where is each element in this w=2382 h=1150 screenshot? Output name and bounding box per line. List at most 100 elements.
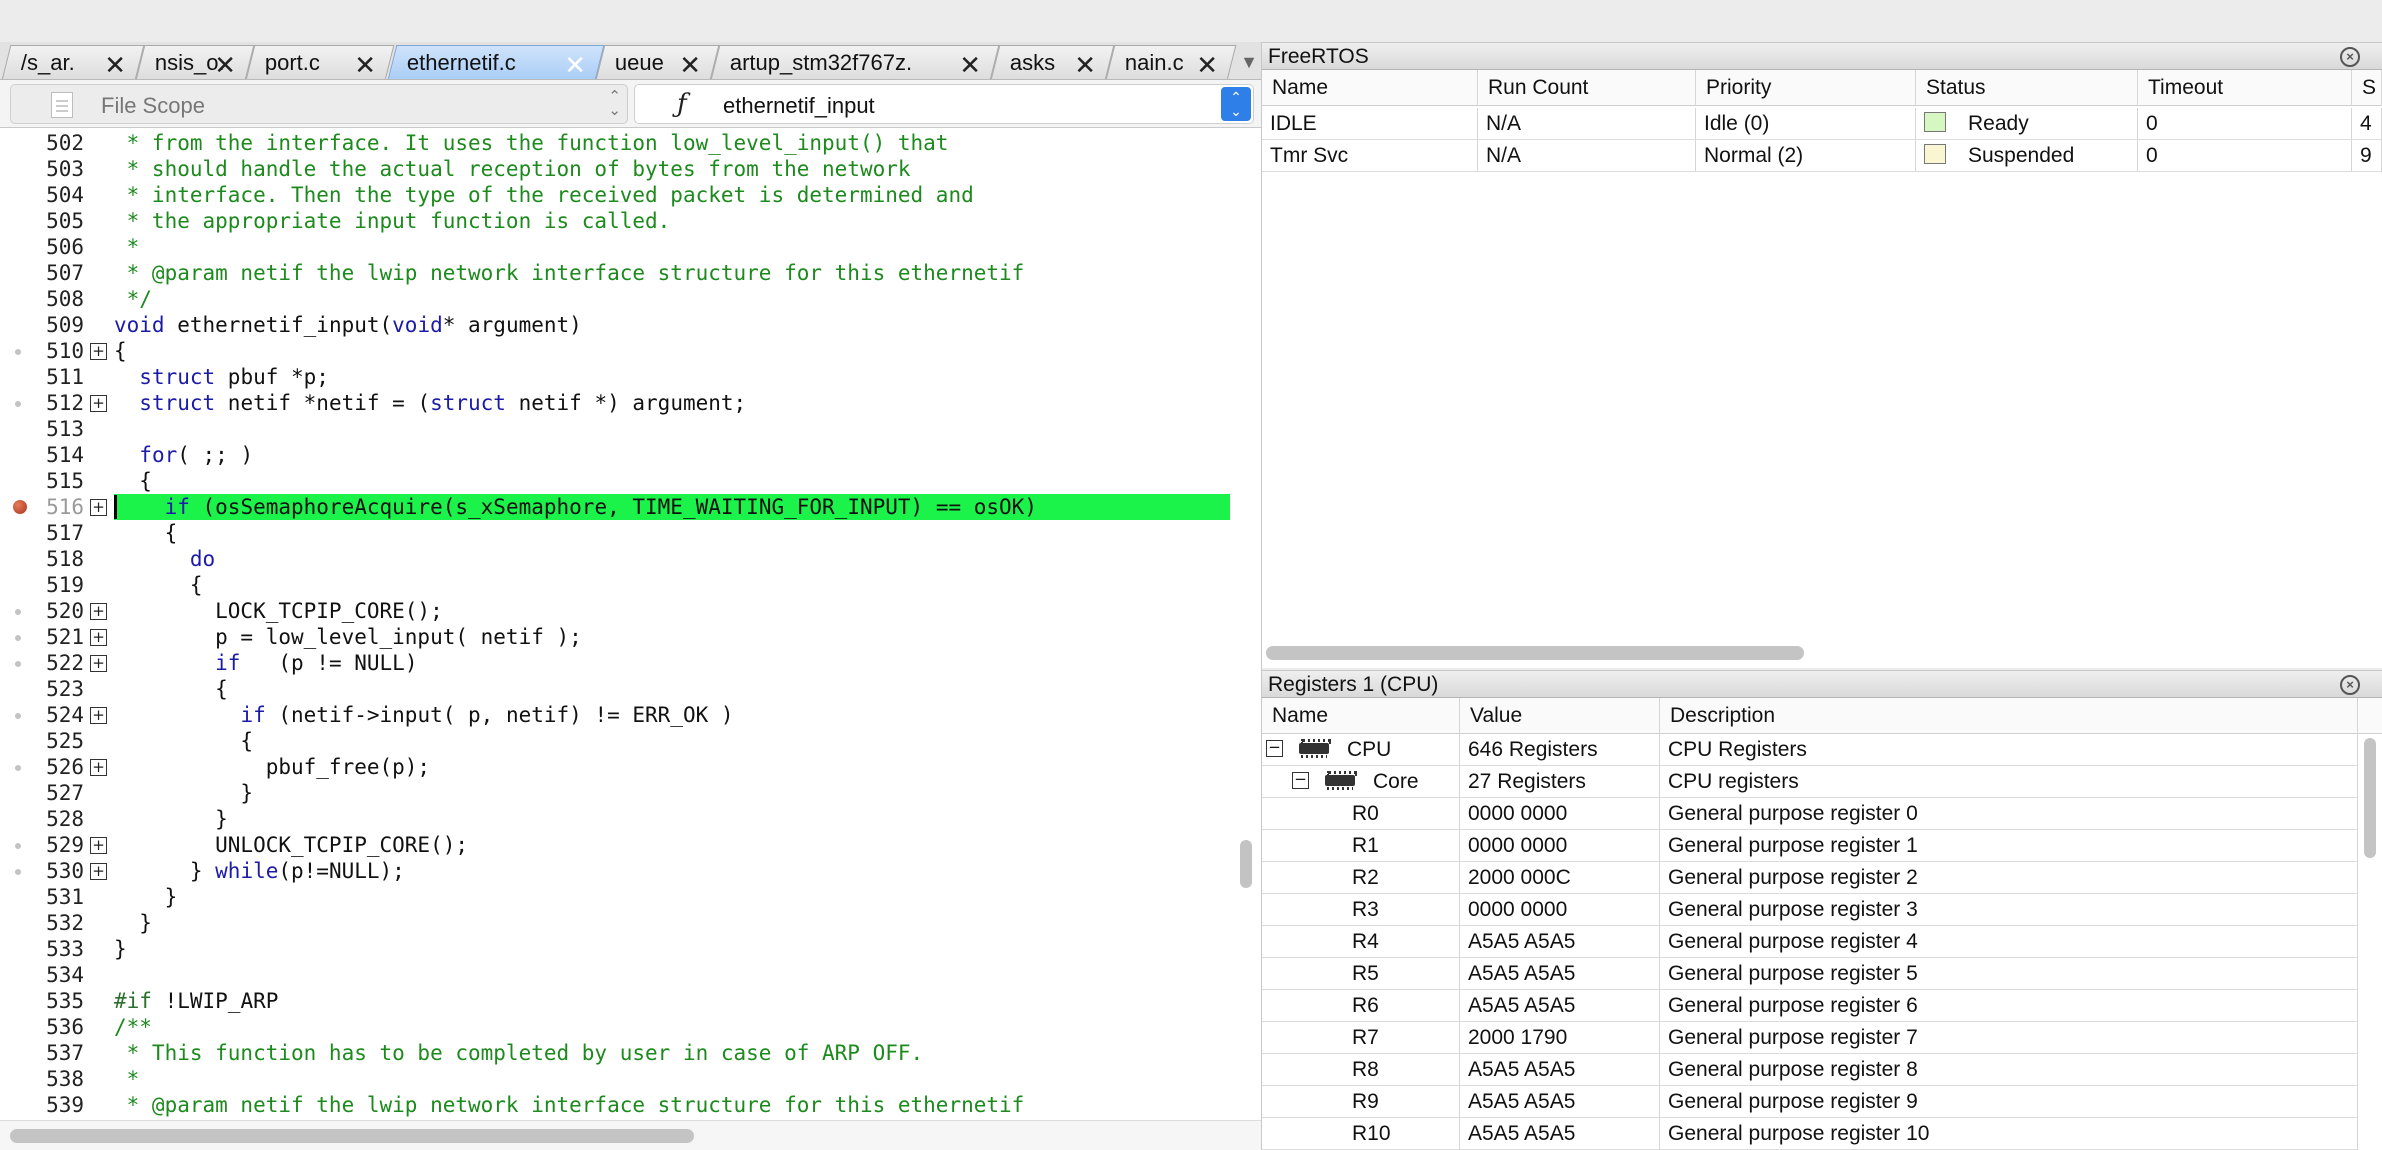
editor-tab[interactable]: ueue ✕ — [595, 45, 720, 79]
register-row[interactable]: R8 A5A5 A5A5 General purpose register 8 — [1262, 1054, 2382, 1086]
code-line[interactable]: 514 for( ;; ) — [0, 442, 1261, 468]
code-line[interactable]: 520 + LOCK_TCPIP_CORE(); — [0, 598, 1261, 624]
column-header[interactable]: Priority — [1696, 70, 1916, 106]
code-line[interactable]: 522 + if (p != NULL) — [0, 650, 1261, 676]
close-icon[interactable]: ✕ — [679, 50, 701, 79]
breakpoint-marker-icon[interactable] — [15, 635, 21, 641]
code-line[interactable]: 530 + } while(p!=NULL); — [0, 858, 1261, 884]
expand-icon[interactable]: + — [90, 759, 107, 776]
column-header[interactable]: Run Count — [1478, 70, 1696, 106]
close-icon[interactable]: ✕ — [959, 50, 981, 79]
code-line[interactable]: 502 * from the interface. It uses the fu… — [0, 130, 1261, 156]
collapse-icon[interactable]: − — [1266, 739, 1283, 757]
collapse-icon[interactable]: − — [1292, 771, 1309, 789]
close-icon[interactable]: × — [2340, 675, 2360, 695]
register-row[interactable]: R1 0000 0000 General purpose register 1 — [1262, 830, 2382, 862]
close-icon[interactable]: ✕ — [104, 50, 126, 79]
register-row[interactable]: R9 A5A5 A5A5 General purpose register 9 — [1262, 1086, 2382, 1118]
editor-horizontal-scroll-thumb[interactable] — [10, 1129, 694, 1143]
tab-overflow-menu-icon[interactable]: ▼ — [1240, 52, 1258, 73]
editor-tab[interactable]: port.c ✕ — [245, 45, 395, 79]
breakpoint-marker-icon[interactable] — [15, 713, 21, 719]
register-group-row[interactable]: − CPU 646 Registers CPU Registers — [1262, 734, 2382, 766]
registers-vertical-scrollbar[interactable] — [2360, 734, 2380, 1150]
code-line[interactable]: 515 { — [0, 468, 1261, 494]
code-line[interactable]: 529 + UNLOCK_TCPIP_CORE(); — [0, 832, 1261, 858]
breakpoint-icon[interactable] — [13, 500, 27, 514]
close-icon[interactable]: ✕ — [1196, 50, 1218, 79]
column-header[interactable]: Name — [1262, 70, 1478, 106]
code-line[interactable]: 531 } — [0, 884, 1261, 910]
editor-tab[interactable]: nain.c ✕ — [1105, 45, 1237, 79]
code-line[interactable]: 523 { — [0, 676, 1261, 702]
breakpoint-marker-icon[interactable] — [15, 869, 21, 875]
code-line[interactable]: 532 } — [0, 910, 1261, 936]
column-header[interactable]: Status — [1916, 70, 2138, 106]
editor-tab[interactable]: ethernetif.c ✕ — [387, 45, 605, 79]
code-line[interactable]: 513 — [0, 416, 1261, 442]
expand-icon[interactable]: + — [90, 395, 107, 412]
register-group-row[interactable]: − Core 27 Registers CPU registers — [1262, 766, 2382, 798]
expand-icon[interactable]: + — [90, 837, 107, 854]
column-header[interactable]: Timeout — [2138, 70, 2352, 106]
current-line[interactable]: 516 + if (osSemaphoreAcquire(s_xSemaphore… — [0, 494, 1261, 520]
breakpoint-marker-icon[interactable] — [15, 401, 21, 407]
code-line[interactable]: 525 { — [0, 728, 1261, 754]
freertos-horizontal-scrollbar[interactable] — [1262, 642, 2382, 664]
function-select[interactable]: ƒ ethernetif_input ⌃ ⌄ — [634, 84, 1254, 124]
code-line[interactable]: 503 * should handle the actual reception… — [0, 156, 1261, 182]
register-row[interactable]: R4 A5A5 A5A5 General purpose register 4 — [1262, 926, 2382, 958]
task-row[interactable]: Tmr Svc N/A Normal (2) Suspended 0 9 — [1262, 140, 2382, 172]
code-line[interactable]: 517 { — [0, 520, 1261, 546]
column-header[interactable]: Value — [1460, 698, 1660, 734]
editor-vertical-scroll-thumb[interactable] — [1240, 840, 1252, 888]
editor-horizontal-scrollbar[interactable] — [0, 1120, 1261, 1150]
close-icon[interactable]: × — [2340, 47, 2360, 67]
task-row[interactable]: IDLE N/A Idle (0) Ready 0 4 — [1262, 108, 2382, 140]
expand-icon[interactable]: + — [90, 499, 107, 516]
register-row[interactable]: R3 0000 0000 General purpose register 3 — [1262, 894, 2382, 926]
breakpoint-marker-icon[interactable] — [15, 661, 21, 667]
column-header[interactable]: Description — [1660, 698, 2358, 734]
close-icon[interactable]: ✕ — [1074, 50, 1096, 79]
code-line[interactable]: 536 /** — [0, 1014, 1261, 1040]
expand-icon[interactable]: + — [90, 863, 107, 880]
code-line[interactable]: 537 * This function has to be completed … — [0, 1040, 1261, 1066]
code-line[interactable]: 524 + if (netif->input( p, netif) != ERR_… — [0, 702, 1261, 728]
breakpoint-marker-icon[interactable] — [15, 609, 21, 615]
expand-icon[interactable]: + — [90, 343, 107, 360]
editor-tab[interactable]: nsis_o. ✕ — [135, 45, 255, 79]
code-line[interactable]: 506 * — [0, 234, 1261, 260]
code-line[interactable]: 505 * the appropriate input function is … — [0, 208, 1261, 234]
freertos-horizontal-scroll-thumb[interactable] — [1266, 646, 1804, 660]
editor-vertical-scrollbar[interactable] — [1238, 130, 1258, 1120]
code-line[interactable]: 518 do — [0, 546, 1261, 572]
code-line[interactable]: 508 */ — [0, 286, 1261, 312]
close-icon[interactable]: ✕ — [214, 50, 236, 79]
code-line[interactable]: 538 * — [0, 1066, 1261, 1092]
code-line[interactable]: 512 + struct netif *netif = (struct netif… — [0, 390, 1261, 416]
register-row[interactable]: R7 2000 1790 General purpose register 7 — [1262, 1022, 2382, 1054]
registers-vertical-scroll-thumb[interactable] — [2364, 738, 2376, 858]
editor-tab[interactable]: artup_stm32f767z. ✕ — [710, 45, 1000, 79]
code-line[interactable]: 527 } — [0, 780, 1261, 806]
code-line[interactable]: 526 + pbuf_free(p); — [0, 754, 1261, 780]
editor-tab[interactable]: /s_ar. ✕ — [1, 45, 145, 79]
register-row[interactable]: R0 0000 0000 General purpose register 0 — [1262, 798, 2382, 830]
code-line[interactable]: 507 * @param netif the lwip network inte… — [0, 260, 1261, 286]
expand-icon[interactable]: + — [90, 603, 107, 620]
code-line[interactable]: 504 * interface. Then the type of the re… — [0, 182, 1261, 208]
code-line[interactable]: 519 { — [0, 572, 1261, 598]
code-line[interactable]: 533} — [0, 936, 1261, 962]
breakpoint-marker-icon[interactable] — [15, 349, 21, 355]
breakpoint-marker-icon[interactable] — [15, 843, 21, 849]
close-icon[interactable]: ✕ — [564, 50, 586, 79]
code-line[interactable]: 511 struct pbuf *p; — [0, 364, 1261, 390]
register-row[interactable]: R2 2000 000C General purpose register 2 — [1262, 862, 2382, 894]
code-line[interactable]: 528 } — [0, 806, 1261, 832]
close-icon[interactable]: ✕ — [354, 50, 376, 79]
register-row[interactable]: R10 A5A5 A5A5 General purpose register 10 — [1262, 1118, 2382, 1150]
expand-icon[interactable]: + — [90, 629, 107, 646]
column-header[interactable]: Name — [1262, 698, 1460, 734]
file-scope-select[interactable]: File Scope ⌃ ⌄ — [10, 84, 628, 124]
